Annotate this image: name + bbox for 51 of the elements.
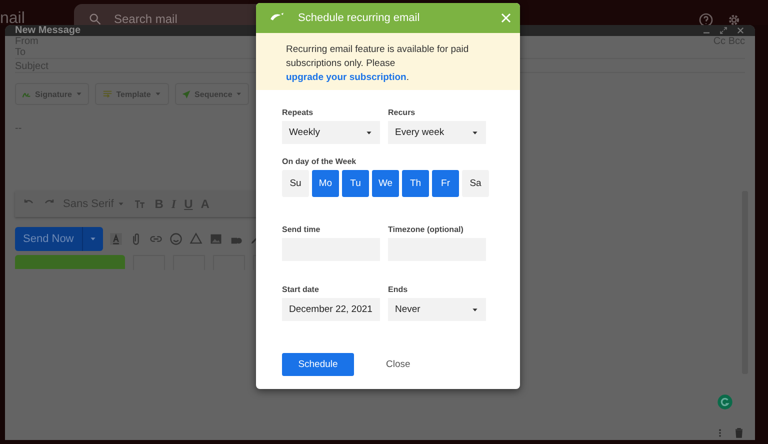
close-icon[interactable]	[736, 26, 745, 35]
day-toggle[interactable]: We	[372, 170, 399, 197]
image-icon[interactable]	[208, 232, 223, 246]
emoji-icon[interactable]	[168, 232, 183, 246]
text-color-icon[interactable]	[108, 232, 123, 246]
caret-icon	[116, 200, 125, 208]
triangle-icon[interactable]	[188, 232, 203, 246]
field-label: Timezone (optional)	[388, 225, 464, 234]
select-dropdown[interactable]: Weekly	[282, 121, 380, 144]
day-toggle[interactable]: Mo	[312, 170, 339, 197]
search-placeholder: Search mail	[114, 12, 178, 26]
caret-icon	[74, 90, 83, 98]
app-name: nail	[0, 10, 25, 26]
subscription-notice: Recurring email feature is available for paid subscriptions only. Please upgrade your subscription.	[256, 33, 520, 90]
caret-icon	[471, 128, 479, 136]
field-label: Send time	[282, 225, 322, 234]
help-icon[interactable]	[698, 12, 714, 28]
select-dropdown[interactable]: Never	[388, 298, 486, 321]
select-dropdown[interactable]: Every week	[388, 121, 486, 144]
trash-icon[interactable]	[733, 426, 745, 440]
day-toggle[interactable]: Fr	[432, 170, 459, 197]
template-icon	[102, 88, 114, 100]
close-button[interactable]: Close	[374, 359, 422, 370]
day-toggle[interactable]: Su	[282, 170, 309, 197]
search-icon	[88, 12, 102, 26]
caret-icon	[235, 90, 243, 98]
caret-icon	[365, 128, 373, 136]
schedule-button[interactable]: Schedule	[282, 353, 354, 376]
day-toggle[interactable]: Tu	[342, 170, 369, 197]
day-toggle[interactable]: Th	[402, 170, 429, 197]
expand-icon[interactable]	[719, 26, 728, 35]
day-toggle[interactable]: Sa	[462, 170, 489, 197]
close-icon	[500, 12, 512, 24]
caret-icon	[471, 306, 479, 314]
close-button[interactable]	[500, 12, 512, 24]
field-label: On day of the Week	[282, 157, 358, 166]
field-label: Ends	[388, 285, 409, 294]
field-label: Repeats	[282, 108, 314, 117]
input-field[interactable]: December 22, 2021	[282, 298, 380, 321]
caret-icon	[88, 235, 97, 243]
grammar-assistant-icon[interactable]	[717, 394, 733, 410]
caret-icon	[154, 90, 162, 98]
text-size-icon[interactable]	[132, 198, 147, 210]
upgrade-link[interactable]: upgrade your subscription	[286, 72, 406, 83]
sequence-icon	[181, 88, 192, 100]
send-now-button[interactable]: Send Now	[15, 227, 103, 251]
field-label: Start date	[282, 285, 320, 294]
signature-dashes: --	[15, 123, 22, 134]
compose-title: New Message	[15, 25, 82, 36]
dialog-title: Schedule recurring email	[298, 12, 421, 24]
field-label: Recurs	[388, 108, 416, 117]
